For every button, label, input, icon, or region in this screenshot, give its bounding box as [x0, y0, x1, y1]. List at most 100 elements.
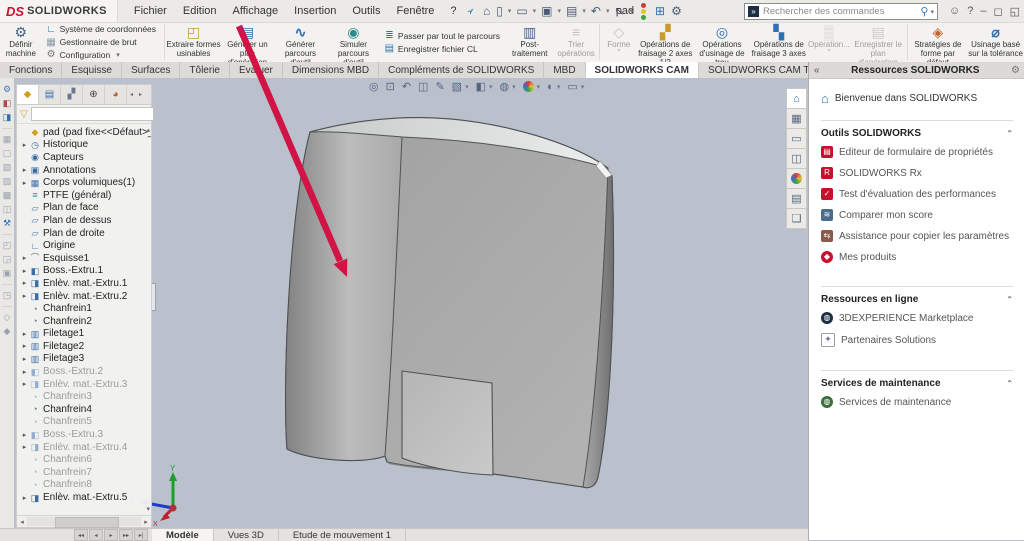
tab-surfaces[interactable]: Surfaces [122, 62, 180, 78]
scrollbar-thumb[interactable] [55, 517, 119, 528]
chevron-down-icon[interactable]: ▾ [489, 83, 493, 91]
tree-item[interactable]: Plan de dessus [17, 214, 151, 227]
left-dock-icon[interactable]: ◲ [3, 254, 12, 265]
tree-item[interactable]: Chanfrein2 [17, 315, 151, 328]
task-pane-item[interactable]: ≋Comparer mon score [821, 209, 1013, 221]
left-dock-icon[interactable]: ▩ [3, 190, 12, 201]
previous-view-icon[interactable]: ↶ [402, 80, 411, 93]
expand-arrow-icon[interactable]: ▸ [20, 141, 29, 149]
simulate-toolpath-button[interactable]: Simuler parcours d'outil [327, 22, 380, 62]
expand-arrow-icon[interactable]: ▸ [20, 254, 29, 262]
expand-arrow-icon[interactable]: ▸ [20, 292, 29, 300]
tree-filter-input[interactable] [31, 107, 154, 121]
expand-arrow-icon[interactable]: ▸ [20, 330, 29, 338]
tab-fonctions[interactable]: Fonctions [0, 62, 62, 78]
tree-item[interactable]: ▸Boss.-Extru.1 [17, 265, 151, 278]
tree-item-suppressed[interactable]: Chanfrein8 [17, 479, 151, 492]
home-icon[interactable]: ⌂ [481, 4, 492, 18]
tree-item[interactable]: ▸Annotations [17, 164, 151, 177]
help-icon[interactable]: ? [967, 5, 973, 17]
expand-arrow-icon[interactable]: ▸ [20, 443, 29, 451]
chevron-down-icon[interactable]: ▾ [557, 83, 561, 91]
expand-arrow-icon[interactable]: ▸ [20, 179, 29, 187]
chevron-down-icon[interactable]: ▾ [465, 83, 469, 91]
menu-fenetre[interactable]: Fenêtre [389, 2, 443, 20]
expand-arrow-icon[interactable]: ▸ [20, 431, 29, 439]
gear-icon[interactable]: ⚙ [1011, 65, 1020, 76]
menu-help[interactable]: ? [442, 2, 464, 20]
expand-arrow-icon[interactable]: ▸ [20, 279, 29, 287]
left-dock-icon[interactable]: ◆ [4, 326, 11, 337]
menu-insertion[interactable]: Insertion [286, 2, 344, 20]
custom-properties-icon[interactable]: ▤ [786, 189, 807, 209]
menu-affichage[interactable]: Affichage [225, 2, 287, 20]
tree-item-root[interactable]: pad (pad fixe<<Défaut>_E [17, 126, 151, 139]
tree-item[interactable]: ▸Corps volumiques(1) [17, 176, 151, 189]
menu-outils[interactable]: Outils [344, 2, 388, 20]
left-dock-icon[interactable]: ◫ [3, 204, 12, 215]
hide-show-items-icon[interactable]: ◍ [500, 80, 510, 93]
tree-item[interactable]: ▸Enlèv. mat.-Extru.2 [17, 290, 151, 303]
tree-item[interactable]: ▸Enlèv. mat.-Extru.5 [17, 491, 151, 504]
chevron-up-icon[interactable]: ⌃ [1006, 379, 1013, 388]
left-dock-icon[interactable]: ▧ [3, 162, 12, 173]
configurationmanager-icon[interactable]: ▞ [61, 85, 83, 104]
tab-dimensions-mbd[interactable]: Dimensions MBD [283, 62, 379, 78]
tree-item-suppressed[interactable]: Chanfrein3 [17, 390, 151, 403]
view-palette-icon[interactable]: ◫ [786, 149, 807, 169]
tree-horizontal-scrollbar[interactable]: ◂ ▸ [17, 515, 151, 527]
display-style-icon[interactable]: ◧ [476, 80, 486, 93]
tree-item-suppressed[interactable]: ▸Boss.-Extru.3 [17, 428, 151, 441]
displaymanager-icon[interactable]: ◕ [105, 85, 127, 104]
tree-item[interactable]: Chanfrein1 [17, 302, 151, 315]
left-dock-icon[interactable]: ◳ [3, 290, 12, 301]
tab-solidworks-cam[interactable]: SOLIDWORKS CAM [586, 62, 699, 78]
left-dock-icon[interactable]: ▨ [3, 176, 12, 187]
task-pane-item[interactable]: ◆Mes produits [821, 251, 1013, 263]
view-settings-icon[interactable]: ▭ [567, 80, 577, 93]
tab-evaluer[interactable]: Evaluer [230, 62, 283, 78]
left-dock-icon[interactable]: ◇ [4, 312, 11, 323]
tree-item-suppressed[interactable]: Chanfrein5 [17, 416, 151, 429]
expand-arrow-icon[interactable]: ▸ [20, 342, 29, 350]
tree-item[interactable]: Origine [17, 239, 151, 252]
define-machine-button[interactable]: Définir machine [0, 22, 42, 62]
chevron-down-icon[interactable]: ▾ [930, 8, 934, 16]
menu-fichier[interactable]: Fichier [126, 2, 175, 20]
expand-arrow-icon[interactable]: ▸ [20, 368, 29, 376]
tree-item[interactable]: Capteurs [17, 151, 151, 164]
tree-item[interactable]: ▸Filetage3 [17, 353, 151, 366]
tab-mbd[interactable]: MBD [544, 62, 585, 78]
search-icon[interactable]: ⚲ [920, 5, 928, 18]
tree-item-suppressed[interactable]: ▸Boss.-Extru.2 [17, 365, 151, 378]
mill-3axis-operations-button[interactable]: Opérations de fraisage 3 axes [750, 22, 807, 62]
tab-modele[interactable]: Modèle [152, 529, 214, 541]
expand-arrow-icon[interactable]: ▸ [20, 355, 29, 363]
generate-toolpath-button[interactable]: Générer parcours d'outil [274, 22, 327, 62]
chevron-down-icon[interactable]: ▾ [512, 83, 516, 91]
left-dock-icon[interactable]: ⚒ [3, 218, 11, 229]
appearances-icon[interactable] [786, 169, 807, 189]
hole-machining-operations-button[interactable]: Opérations d'usinage de trou [694, 22, 751, 62]
user-icon[interactable]: ☺ [949, 5, 960, 17]
left-dock-icon[interactable]: ▦ [3, 134, 12, 145]
tree-item[interactable]: Plan de droite [17, 227, 151, 240]
sort-operations-button[interactable]: Trier opérations [554, 22, 598, 62]
left-dock-icon[interactable]: ◧ [3, 98, 12, 109]
tree-scroll-up-icon[interactable]: ▴ [146, 126, 150, 134]
forum-icon[interactable]: ❑ [786, 209, 807, 229]
section-header[interactable]: Ressources en ligne ⌃ [821, 294, 1013, 305]
post-process-button[interactable]: Post-traitement [505, 22, 554, 62]
featuremanager-icon[interactable]: ◆ [17, 85, 39, 104]
chevron-up-icon[interactable]: ⌃ [1006, 295, 1013, 304]
tree-item[interactable]: PTFE (général) [17, 189, 151, 202]
tree-item[interactable]: ▸Filetage1 [17, 328, 151, 341]
tree-item-suppressed[interactable]: ▸Enlèv. mat.-Extru.3 [17, 378, 151, 391]
save-operation-plan-button[interactable]: Enregistrer le plan d'opération [851, 22, 906, 62]
tab-scroll-left-icon[interactable]: ◂ [127, 85, 136, 104]
tab-esquisse[interactable]: Esquisse [62, 62, 122, 78]
dimxpertmanager-icon[interactable]: ⊕ [83, 85, 105, 104]
left-dock-icon[interactable]: ◨ [3, 112, 12, 123]
tab-tolerie[interactable]: Tôlerie [180, 62, 230, 78]
feature-button[interactable]: Forme [601, 22, 637, 62]
